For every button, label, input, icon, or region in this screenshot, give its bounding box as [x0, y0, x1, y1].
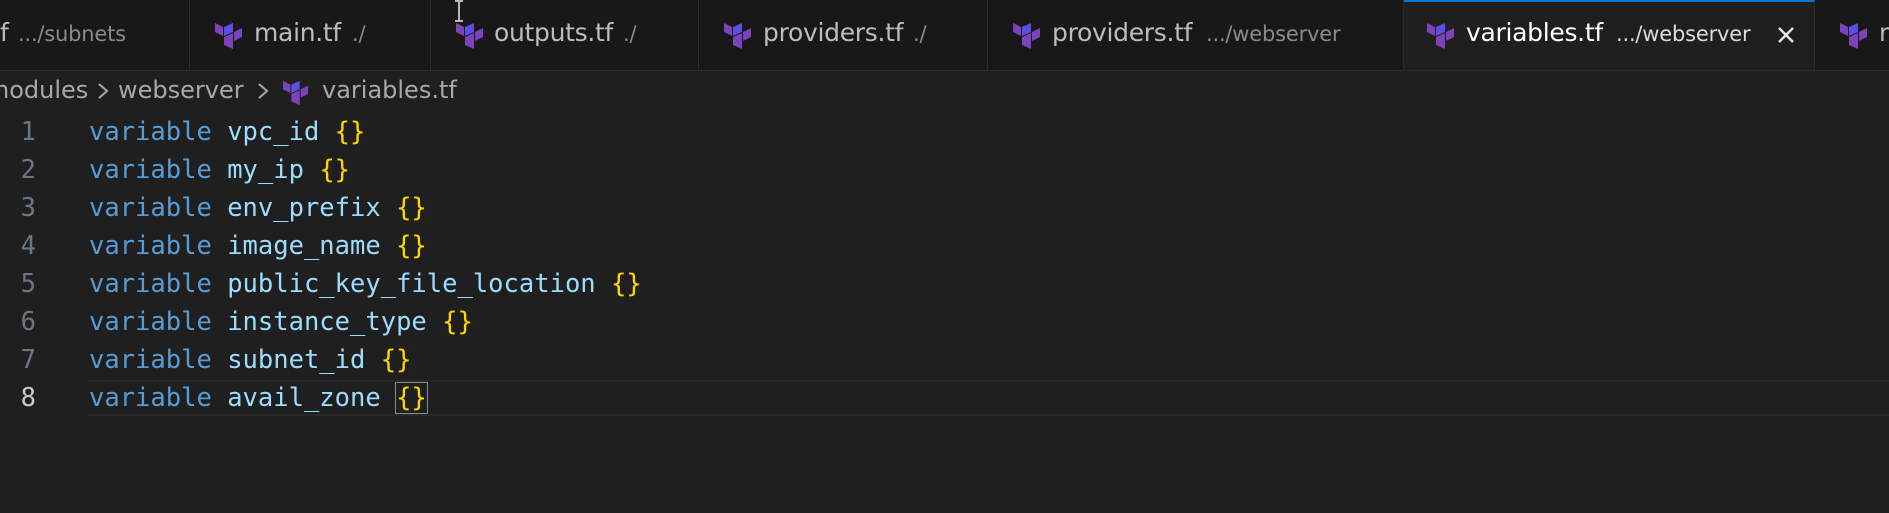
- braces-matched: {}: [395, 382, 428, 414]
- tab-label: providers.tf: [763, 18, 904, 47]
- tab-label: m: [1879, 18, 1889, 47]
- code-line[interactable]: 3 variable env_prefix {}: [0, 190, 1889, 228]
- chevron-right-icon: [98, 83, 109, 99]
- terraform-icon: [215, 23, 242, 49]
- line-number: 8: [20, 383, 36, 413]
- variable-name: image_name: [227, 231, 381, 261]
- variable-name: instance_type: [227, 307, 427, 337]
- tab-providers-tf-webserver[interactable]: providers.tf .../webserver: [988, 0, 1404, 70]
- chevron-right-icon: [258, 83, 269, 99]
- close-icon[interactable]: [1774, 23, 1798, 47]
- variable-name: subnet_id: [227, 345, 366, 375]
- tab-main-tf[interactable]: main.tf ./: [190, 0, 431, 70]
- code-line[interactable]: 5 variable public_key_file_location {}: [0, 266, 1889, 304]
- line-number: 7: [20, 345, 36, 375]
- tab-path: ./: [352, 22, 366, 46]
- tab-label: outputs.tf: [494, 18, 614, 47]
- code-text: variable my_ip {}: [89, 155, 350, 185]
- keyword: variable: [89, 231, 212, 261]
- tab-label: f: [0, 18, 9, 47]
- terraform-icon: [1013, 23, 1040, 49]
- tab-label: main.tf: [254, 18, 341, 47]
- tab-variables-tf-webserver[interactable]: variables.tf .../webserver: [1404, 0, 1815, 70]
- line-number: 6: [20, 307, 36, 337]
- variable-name: my_ip: [227, 155, 304, 185]
- keyword: variable: [89, 193, 212, 223]
- line-number: 1: [20, 117, 36, 147]
- braces: {}: [380, 345, 412, 375]
- tab-path: .../subnets: [18, 22, 126, 46]
- terraform-icon: [456, 23, 483, 49]
- tab-overflow[interactable]: m: [1815, 0, 1889, 70]
- code-line[interactable]: 7 variable subnet_id {}: [0, 342, 1889, 380]
- tab-path: ./: [623, 22, 637, 46]
- tab-outputs-tf[interactable]: outputs.tf ./: [431, 0, 699, 70]
- braces: {}: [396, 193, 427, 223]
- tab-label: providers.tf: [1052, 18, 1193, 47]
- tab-path: .../webserver: [1616, 22, 1751, 46]
- keyword: variable: [89, 345, 212, 375]
- keyword: variable: [89, 117, 212, 147]
- code-text: variable env_prefix {}: [89, 193, 427, 223]
- code-text: variable avail_zone {}: [89, 382, 428, 414]
- tab-label: variables.tf: [1466, 18, 1603, 47]
- braces: {}: [334, 117, 366, 147]
- breadcrumb-item-variables-tf[interactable]: variables.tf: [322, 76, 457, 104]
- line-number: 5: [20, 269, 36, 299]
- code-line[interactable]: 2 variable my_ip {}: [0, 152, 1889, 190]
- terraform-icon: [724, 23, 751, 49]
- tab-providers-tf-root[interactable]: providers.tf ./: [699, 0, 988, 70]
- breadcrumb-item-modules[interactable]: nodules: [0, 76, 88, 104]
- code-line[interactable]: 6 variable instance_type {}: [0, 304, 1889, 342]
- mouse-cursor-icon: [455, 0, 463, 22]
- keyword: variable: [89, 269, 212, 299]
- terraform-icon: [1840, 23, 1867, 49]
- variable-name: vpc_id: [227, 117, 320, 147]
- terraform-icon: [283, 80, 309, 106]
- variable-name: avail_zone: [227, 383, 381, 413]
- editor-tab-bar: f .../subnets main.tf ./ outputs.tf ./ p…: [0, 0, 1889, 71]
- code-editor[interactable]: 1 variable vpc_id {} 2 variable my_ip {}…: [0, 114, 1889, 513]
- code-line-current[interactable]: 8 variable avail_zone {}: [0, 380, 1889, 418]
- keyword: variable: [89, 307, 212, 337]
- line-number: 2: [20, 155, 36, 185]
- breadcrumb-item-webserver[interactable]: webserver: [118, 76, 244, 104]
- braces: {}: [442, 307, 473, 337]
- code-text: variable subnet_id {}: [89, 345, 411, 375]
- tab-path: ./: [913, 22, 927, 46]
- braces: {}: [319, 155, 351, 185]
- braces: {}: [396, 231, 427, 261]
- breadcrumb: nodules webserver variables.tf: [0, 72, 1889, 112]
- code-text: variable vpc_id {}: [89, 117, 365, 147]
- code-line[interactable]: 1 variable vpc_id {}: [0, 114, 1889, 152]
- keyword: variable: [89, 155, 212, 185]
- code-text: variable public_key_file_location {}: [89, 269, 642, 299]
- line-number: 3: [20, 193, 36, 223]
- tab-subnets-file[interactable]: f .../subnets: [0, 0, 190, 70]
- code-text: variable image_name {}: [89, 231, 427, 261]
- tab-path: .../webserver: [1206, 22, 1341, 46]
- keyword: variable: [89, 383, 212, 413]
- code-line[interactable]: 4 variable image_name {}: [0, 228, 1889, 266]
- variable-name: public_key_file_location: [227, 269, 596, 299]
- line-number: 4: [20, 231, 36, 261]
- braces: {}: [611, 269, 642, 299]
- terraform-icon: [1427, 23, 1454, 49]
- code-text: variable instance_type {}: [89, 307, 473, 337]
- variable-name: env_prefix: [227, 193, 381, 223]
